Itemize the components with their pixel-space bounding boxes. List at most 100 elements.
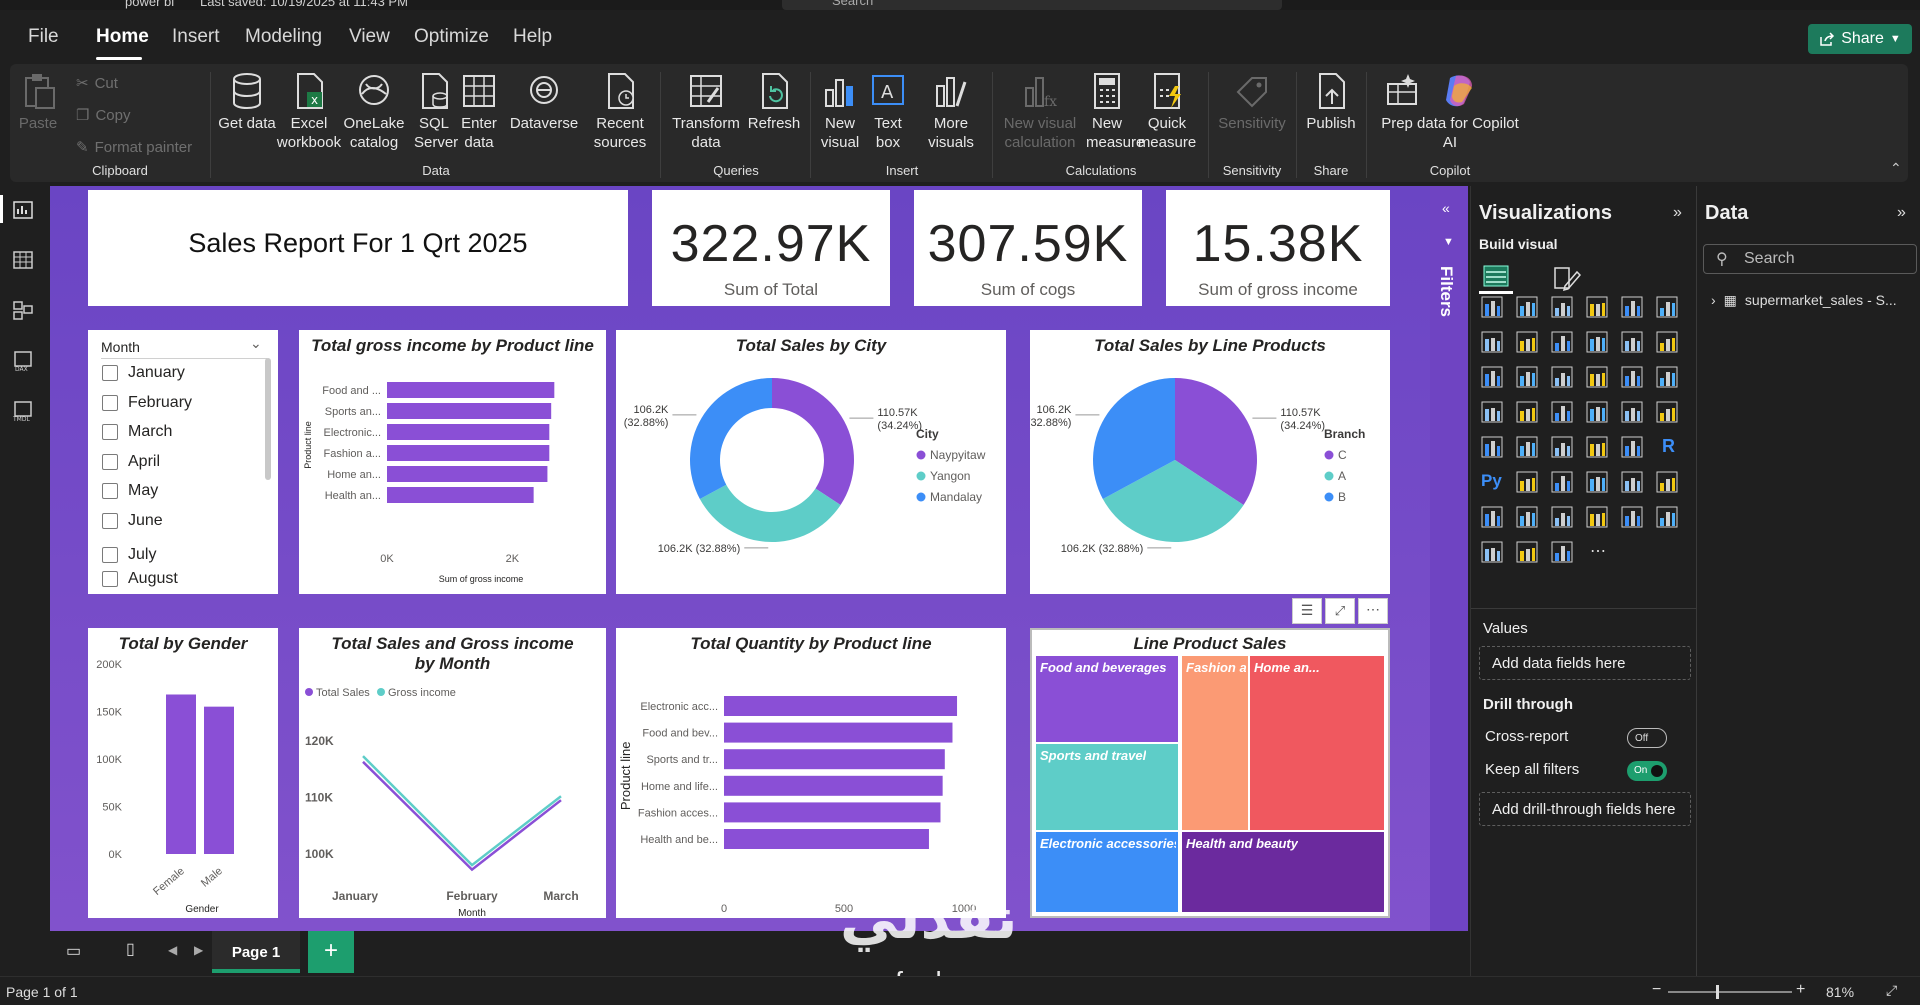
new-visual-button[interactable]: New visual xyxy=(820,72,860,152)
page-tab[interactable]: Page 1 xyxy=(212,931,300,973)
power-automate-icon[interactable] xyxy=(1586,506,1610,530)
build-visual-tab-icon[interactable] xyxy=(1479,260,1513,294)
focus-mode-icon[interactable]: ⤢ xyxy=(1325,598,1355,624)
arcgis-icon[interactable] xyxy=(1481,541,1505,565)
month-line-chart[interactable]: Total Sales and Gross income by Month 12… xyxy=(299,628,606,918)
dax-query-icon[interactable]: DAX xyxy=(12,350,38,372)
values-well[interactable]: Add data fields here xyxy=(1479,646,1691,680)
kpi-card-gross-income[interactable]: 15.38K Sum of gross income xyxy=(1166,190,1390,306)
slicer-item[interactable]: January xyxy=(102,364,185,382)
chevron-icon[interactable] xyxy=(1551,541,1575,565)
azure-map-icon[interactable] xyxy=(1586,401,1610,425)
next-page-icon[interactable]: ▶ xyxy=(194,943,203,957)
chevron-down-icon[interactable]: ⌄ xyxy=(250,335,262,352)
onelake-button[interactable]: OneLake catalog xyxy=(342,72,406,152)
treemap-icon[interactable] xyxy=(1656,366,1680,390)
stacked-bar-icon[interactable] xyxy=(1481,296,1505,320)
key-influencers-icon[interactable] xyxy=(1516,471,1540,495)
checkbox[interactable] xyxy=(102,365,118,381)
refresh-button[interactable]: Refresh xyxy=(746,72,802,133)
slicer-scrollbar[interactable] xyxy=(265,358,271,480)
checkbox[interactable] xyxy=(102,571,118,587)
treemap-tile[interactable]: Fashion a... xyxy=(1182,656,1248,830)
menu-modeling[interactable]: Modeling xyxy=(245,26,322,48)
slicer-item[interactable]: July xyxy=(102,546,156,564)
collapse-ribbon-icon[interactable]: ⌃ xyxy=(1890,160,1902,177)
cut-button[interactable]: ✂ Cut xyxy=(76,74,118,93)
sensitivity-button[interactable]: Sensitivity xyxy=(1216,72,1288,133)
sales-by-city-chart[interactable]: Total Sales by City 110.57K (34.24%) 106.2… xyxy=(616,330,1006,594)
line-column-icon[interactable] xyxy=(1656,331,1680,355)
gauge-icon[interactable] xyxy=(1621,401,1645,425)
diamond-icon[interactable] xyxy=(1516,541,1540,565)
zoom-slider-thumb[interactable] xyxy=(1716,985,1719,999)
fit-to-page-icon[interactable]: ⤢ xyxy=(1886,982,1897,999)
gross-income-chart[interactable]: Total gross income by Product line Food … xyxy=(299,330,606,594)
treemap-tile[interactable]: Food and beverages xyxy=(1036,656,1178,742)
more-options-icon[interactable]: ⋯ xyxy=(1358,598,1388,624)
shape-map-icon[interactable] xyxy=(1551,401,1575,425)
treemap-tile[interactable]: Electronic accessories xyxy=(1036,832,1178,912)
checkbox[interactable] xyxy=(102,395,118,411)
menu-optimize[interactable]: Optimize xyxy=(414,26,489,48)
metrics-icon[interactable] xyxy=(1621,506,1645,530)
donut-chart-icon[interactable] xyxy=(1621,366,1645,390)
line-stacked-icon[interactable] xyxy=(1481,366,1505,390)
funnel-icon[interactable] xyxy=(1516,366,1540,390)
format-painter-button[interactable]: ✎ Format painter xyxy=(76,138,192,157)
tmdl-view-icon[interactable]: TMDL xyxy=(12,400,38,422)
filled-map-icon[interactable] xyxy=(1516,401,1540,425)
table-view-icon[interactable] xyxy=(12,250,38,272)
waterfall-icon[interactable] xyxy=(1621,331,1645,355)
slicer-item[interactable]: April xyxy=(102,453,160,471)
format-visual-tab-icon[interactable] xyxy=(1551,264,1581,292)
dataverse-button[interactable]: Dataverse xyxy=(508,72,580,133)
100-column-icon[interactable] xyxy=(1656,296,1680,320)
sales-by-branch-chart[interactable]: Total Sales by Line Products 110.57K (34.… xyxy=(1030,330,1390,594)
zoom-out-icon[interactable]: − xyxy=(1652,981,1661,999)
zoom-slider-track[interactable] xyxy=(1668,991,1792,993)
scatter-icon[interactable] xyxy=(1551,366,1575,390)
menu-view[interactable]: View xyxy=(349,26,390,48)
kpi-card-cogs[interactable]: 307.59K Sum of cogs xyxy=(914,190,1142,306)
report-view-icon[interactable] xyxy=(12,200,38,222)
treemap-tile[interactable]: Sports and travel xyxy=(1036,744,1178,830)
menu-file[interactable]: File xyxy=(28,26,59,48)
slicer-item[interactable]: May xyxy=(102,482,158,500)
report-title-card[interactable]: Sales Report For 1 Qrt 2025 xyxy=(88,190,628,306)
data-search-input[interactable]: ⚲ Search xyxy=(1703,244,1917,274)
copy-button[interactable]: ❐ Copy xyxy=(76,106,130,125)
100-bar-icon[interactable] xyxy=(1621,296,1645,320)
excel-workbook-button[interactable]: x Excel workbook xyxy=(276,72,342,152)
line-chart-icon[interactable] xyxy=(1481,331,1505,355)
decomposition-tree-icon[interactable] xyxy=(1551,471,1575,495)
slicer-item[interactable]: June xyxy=(102,512,163,530)
collapse-pane-icon[interactable]: » xyxy=(1897,204,1906,222)
treemap-tile[interactable]: Health and beauty xyxy=(1182,832,1384,912)
checkbox[interactable] xyxy=(102,483,118,499)
model-view-icon[interactable] xyxy=(12,300,38,322)
slicer-item[interactable]: February xyxy=(102,394,192,412)
text-box-button[interactable]: A Text box xyxy=(868,72,908,152)
filters-pane[interactable]: « ▼ Filters xyxy=(1430,186,1468,931)
trophy-icon[interactable] xyxy=(1481,506,1505,530)
transform-data-button[interactable]: Transform data xyxy=(670,72,742,152)
matrix-icon[interactable] xyxy=(1621,436,1645,460)
slicer-icon[interactable] xyxy=(1551,436,1575,460)
stacked-area-icon[interactable] xyxy=(1551,331,1575,355)
keep-filters-toggle[interactable]: On xyxy=(1627,761,1667,781)
table-item[interactable]: › ▦ supermarket_sales - S... xyxy=(1711,292,1897,309)
enter-data-button[interactable]: Enter data xyxy=(458,72,500,152)
checkbox[interactable] xyxy=(102,547,118,563)
drill-through-well[interactable]: Add drill-through fields here xyxy=(1479,792,1691,826)
quantity-chart[interactable]: Total Quantity by Product line Electroni… xyxy=(616,628,1006,918)
mobile-layout-icon[interactable]: ▯ xyxy=(126,939,135,959)
checkbox[interactable] xyxy=(102,424,118,440)
zoom-in-icon[interactable]: + xyxy=(1796,981,1805,999)
kpi-icon[interactable] xyxy=(1516,436,1540,460)
more-visuals-icon[interactable]: ⋯ xyxy=(1586,541,1610,565)
new-measure-button[interactable]: New measure xyxy=(1086,72,1144,152)
get-data-button[interactable]: Get data xyxy=(218,72,276,133)
share-button[interactable]: Share ▼ xyxy=(1808,24,1912,54)
filter-icon[interactable]: ☰ xyxy=(1292,598,1322,624)
